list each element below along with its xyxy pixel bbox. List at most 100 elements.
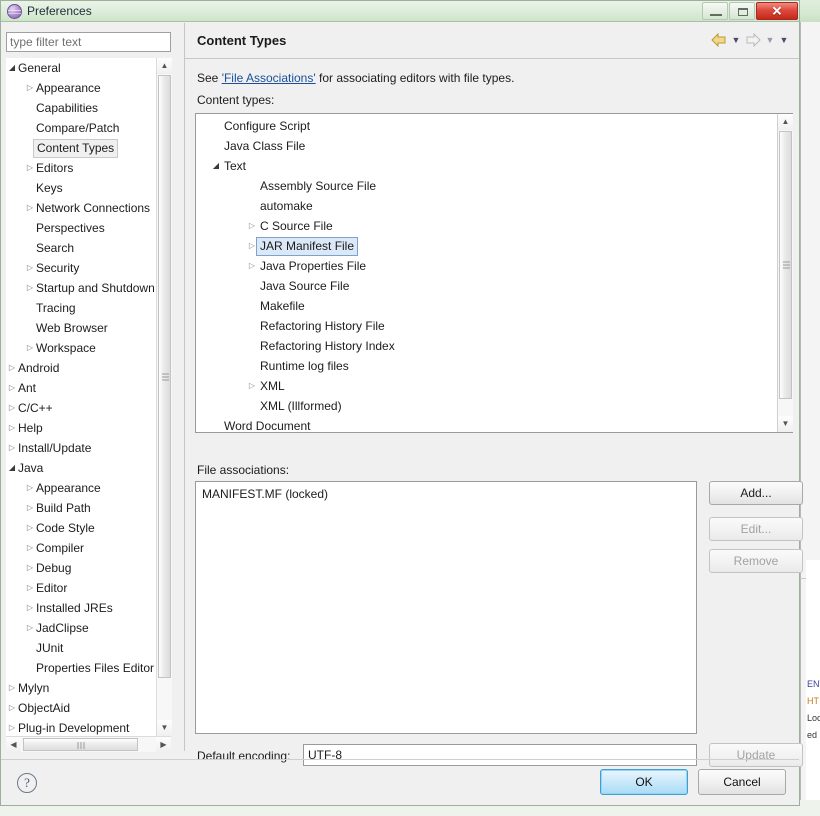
content-type-item-assembly-source-file[interactable]: Assembly Source File (196, 176, 776, 196)
sidebar-item-security[interactable]: ▷ Security (6, 258, 158, 278)
tree-collapsed-triangle-icon[interactable]: ▷ (25, 478, 35, 498)
sidebar-item-install-update[interactable]: ▷ Install/Update (6, 438, 158, 458)
content-type-item-refactoring-history-index[interactable]: Refactoring History Index (196, 336, 776, 356)
content-types-list[interactable]: Configure Script Java Class File ◢ Text Asse… (195, 113, 793, 433)
content-type-item-automake[interactable]: automake (196, 196, 776, 216)
maximize-button[interactable] (729, 2, 755, 20)
scroll-up-arrow-icon[interactable]: ▲ (778, 114, 793, 130)
tree-collapsed-triangle-icon[interactable]: ▷ (25, 278, 35, 298)
vscroll-thumb[interactable] (158, 75, 171, 678)
sidebar-item-jadclipse[interactable]: ▷ JadClipse (6, 618, 158, 638)
tree-collapsed-triangle-icon[interactable]: ▷ (7, 678, 17, 698)
list-item[interactable]: MANIFEST.MF (locked) (202, 487, 690, 501)
sidebar-item-web-browser[interactable]: Web Browser (6, 318, 158, 338)
sidebar-item-code-style[interactable]: ▷ Code Style (6, 518, 158, 538)
ok-button[interactable]: OK (600, 769, 688, 795)
tree-collapsed-triangle-icon[interactable]: ▷ (25, 598, 35, 618)
vscroll-thumb[interactable] (779, 131, 792, 399)
sidebar-item-objectaid[interactable]: ▷ ObjectAid (6, 698, 158, 718)
sidebar-item-java[interactable]: ◢ Java (6, 458, 158, 478)
content-type-item-runtime-log-files[interactable]: Runtime log files (196, 356, 776, 376)
tree-collapsed-triangle-icon[interactable]: ▷ (25, 558, 35, 578)
sidebar-item-junit[interactable]: JUnit (6, 638, 158, 658)
scroll-down-arrow-icon[interactable]: ▼ (157, 720, 172, 736)
content-type-item-xml[interactable]: ▷ XML (196, 376, 776, 396)
content-type-item-java-source-file[interactable]: Java Source File (196, 276, 776, 296)
sidebar-item-build-path[interactable]: ▷ Build Path (6, 498, 158, 518)
sidebar-item-editor[interactable]: ▷ Editor (6, 578, 158, 598)
filter-input[interactable] (6, 32, 171, 52)
tree-collapsed-triangle-icon[interactable]: ▷ (25, 258, 35, 278)
content-type-item-java-properties-file[interactable]: ▷ Java Properties File (196, 256, 776, 276)
tree-collapsed-triangle-icon[interactable]: ▷ (246, 216, 258, 236)
tree-expanded-triangle-icon[interactable]: ◢ (210, 156, 222, 176)
sidebar-item-workspace[interactable]: ▷ Workspace (6, 338, 158, 358)
tree-collapsed-triangle-icon[interactable]: ▷ (7, 378, 17, 398)
tree-collapsed-triangle-icon[interactable]: ▷ (25, 538, 35, 558)
sidebar-item-content-types[interactable]: Content Types (6, 138, 158, 158)
content-type-item-word-document[interactable]: Word Document (196, 416, 776, 432)
content-type-item-jar-manifest-file[interactable]: ▷ JAR Manifest File (196, 236, 776, 256)
content-type-item-java-class-file[interactable]: Java Class File (196, 136, 776, 156)
content-type-item-c-source-file[interactable]: ▷ C Source File (196, 216, 776, 236)
tree-collapsed-triangle-icon[interactable]: ▷ (7, 358, 17, 378)
tree-collapsed-triangle-icon[interactable]: ▷ (25, 338, 35, 358)
scroll-down-arrow-icon[interactable]: ▼ (778, 416, 793, 432)
back-dropdown-chevron-down-icon[interactable]: ▼ (729, 30, 743, 50)
sidebar-item-tracing[interactable]: Tracing (6, 298, 158, 318)
scroll-up-arrow-icon[interactable]: ▲ (157, 58, 172, 74)
content-type-item-xml-illformed[interactable]: XML (Illformed) (196, 396, 776, 416)
minimize-button[interactable] (702, 2, 728, 20)
hscroll-thumb[interactable] (23, 738, 138, 751)
sidebar-item-c-c[interactable]: ▷ C/C++ (6, 398, 158, 418)
content-type-item-configure-script[interactable]: Configure Script (196, 116, 776, 136)
content-type-item-makefile[interactable]: Makefile (196, 296, 776, 316)
tree-collapsed-triangle-icon[interactable]: ▷ (7, 438, 17, 458)
help-button[interactable]: ? (13, 769, 41, 797)
sidebar-item-plug-in-development[interactable]: ▷ Plug-in Development (6, 718, 158, 738)
sidebar-item-appearance[interactable]: ▷ Appearance (6, 478, 158, 498)
sidebar-item-debug[interactable]: ▷ Debug (6, 558, 158, 578)
tree-collapsed-triangle-icon[interactable]: ▷ (7, 398, 17, 418)
cancel-button[interactable]: Cancel (698, 769, 786, 795)
sidebar-item-properties-files-editor[interactable]: Properties Files Editor (6, 658, 158, 678)
sidebar-item-search[interactable]: Search (6, 238, 158, 258)
tree-collapsed-triangle-icon[interactable]: ▷ (25, 518, 35, 538)
tree-expanded-triangle-icon[interactable]: ◢ (7, 58, 17, 78)
tree-collapsed-triangle-icon[interactable]: ▷ (25, 578, 35, 598)
tree-expanded-triangle-icon[interactable]: ◢ (7, 458, 17, 478)
preferences-tree-hscrollbar[interactable]: ◀ ▶ (6, 736, 171, 752)
tree-collapsed-triangle-icon[interactable]: ▷ (246, 256, 258, 276)
tree-collapsed-triangle-icon[interactable]: ▷ (25, 198, 35, 218)
tree-collapsed-triangle-icon[interactable]: ▷ (25, 618, 35, 638)
scroll-right-arrow-icon[interactable]: ▶ (156, 737, 171, 752)
content-type-item-text[interactable]: ◢ Text (196, 156, 776, 176)
add-button[interactable]: Add... (709, 481, 803, 505)
preferences-tree[interactable]: ◢ General ▷ Appearance Capabilities Compare/P… (6, 58, 171, 741)
scroll-left-arrow-icon[interactable]: ◀ (6, 737, 21, 752)
sidebar-item-help[interactable]: ▷ Help (6, 418, 158, 438)
close-button[interactable]: ✕ (756, 2, 798, 20)
tree-collapsed-triangle-icon[interactable]: ▷ (25, 158, 35, 178)
sidebar-item-installed-jres[interactable]: ▷ Installed JREs (6, 598, 158, 618)
sidebar-item-ant[interactable]: ▷ Ant (6, 378, 158, 398)
sidebar-item-capabilities[interactable]: Capabilities (6, 98, 158, 118)
sidebar-item-network-connections[interactable]: ▷ Network Connections (6, 198, 158, 218)
preferences-tree-vscrollbar[interactable]: ▲ ▼ (156, 58, 172, 736)
file-associations-link[interactable]: 'File Associations' (222, 71, 316, 85)
back-arrow-icon[interactable] (709, 30, 729, 50)
sidebar-item-appearance[interactable]: ▷ Appearance (6, 78, 158, 98)
sidebar-item-general[interactable]: ◢ General (6, 58, 158, 78)
sidebar-item-compiler[interactable]: ▷ Compiler (6, 538, 158, 558)
file-associations-list[interactable]: MANIFEST.MF (locked) (195, 481, 697, 734)
sidebar-item-android[interactable]: ▷ Android (6, 358, 158, 378)
tree-collapsed-triangle-icon[interactable]: ▷ (7, 718, 17, 738)
tree-collapsed-triangle-icon[interactable]: ▷ (246, 376, 258, 396)
sidebar-item-perspectives[interactable]: Perspectives (6, 218, 158, 238)
content-types-vscrollbar[interactable]: ▲ ▼ (777, 114, 793, 432)
content-type-item-refactoring-history-file[interactable]: Refactoring History File (196, 316, 776, 336)
tree-collapsed-triangle-icon[interactable]: ▷ (7, 698, 17, 718)
page-menu-chevron-down-icon[interactable]: ▼ (777, 30, 791, 50)
default-encoding-input[interactable] (303, 744, 697, 766)
tree-collapsed-triangle-icon[interactable]: ▷ (25, 78, 35, 98)
